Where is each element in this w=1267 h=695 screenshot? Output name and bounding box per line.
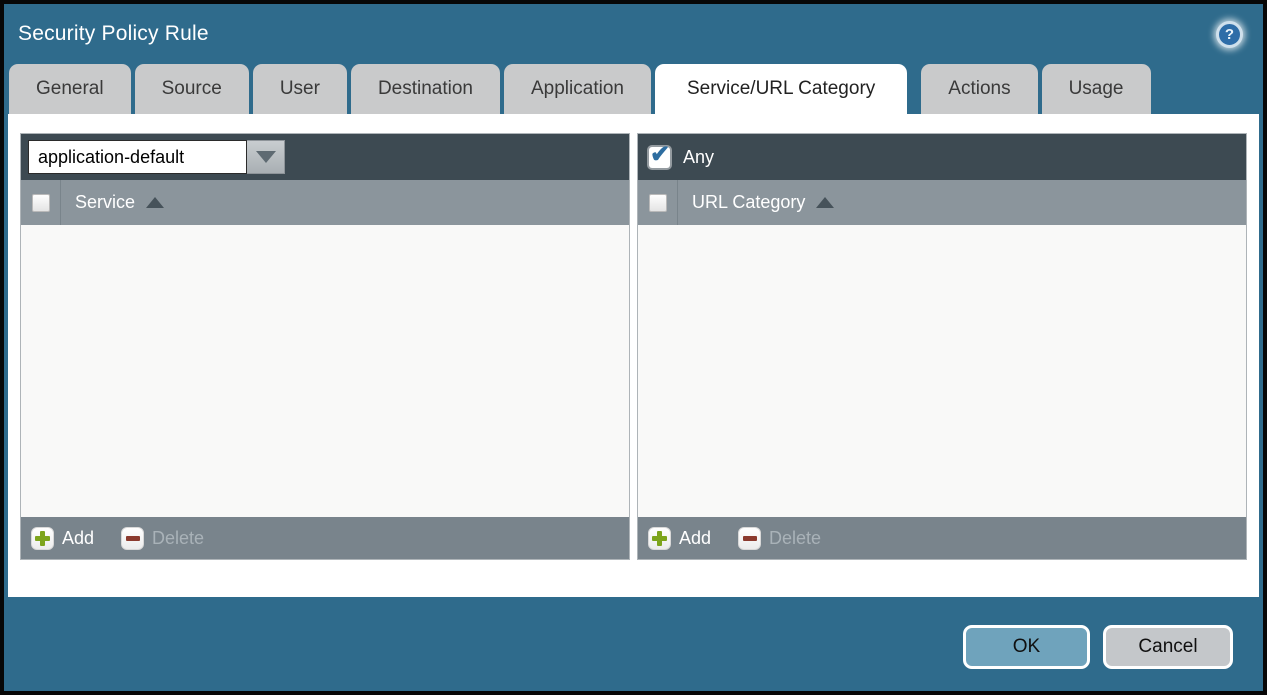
service-panel: application-default Service Add [20, 133, 630, 560]
any-label: Any [683, 147, 714, 168]
cancel-button[interactable]: Cancel [1103, 625, 1233, 669]
titlebar: Security Policy Rule ? [4, 4, 1263, 64]
url-category-delete-button[interactable]: Delete [738, 527, 821, 550]
sort-ascending-icon [816, 197, 834, 208]
url-category-column-label: URL Category [692, 192, 805, 213]
service-panel-footer: Add Delete [21, 517, 629, 559]
any-checkbox-row[interactable]: ✔ Any [645, 147, 714, 168]
service-topbar: application-default [21, 134, 629, 180]
security-policy-rule-dialog: Security Policy Rule ? General Source Us… [0, 0, 1267, 695]
tab-bar: General Source User Destination Applicat… [4, 64, 1263, 114]
url-category-column-header[interactable]: URL Category [692, 192, 834, 213]
url-category-panel: ✔ Any URL Category Add [637, 133, 1247, 560]
service-table-header: Service [21, 180, 629, 225]
service-column-header[interactable]: Service [75, 192, 164, 213]
sort-ascending-icon [146, 197, 164, 208]
dialog-footer: OK Cancel [4, 597, 1263, 669]
service-type-dropdown[interactable]: application-default [28, 140, 285, 174]
any-checkbox[interactable]: ✔ [649, 147, 670, 168]
tab-content: application-default Service Add [8, 114, 1259, 597]
service-select-all-checkbox[interactable] [32, 194, 50, 212]
url-category-select-all-checkbox[interactable] [649, 194, 667, 212]
help-icon[interactable]: ? [1216, 21, 1243, 48]
url-category-panel-footer: Add Delete [638, 517, 1246, 559]
dialog-title: Security Policy Rule [18, 22, 209, 46]
service-add-button[interactable]: Add [31, 527, 94, 550]
delete-icon [121, 527, 144, 550]
tab-usage[interactable]: Usage [1042, 64, 1151, 114]
url-category-table-body [638, 225, 1246, 517]
check-icon: ✔ [650, 140, 670, 169]
service-delete-button[interactable]: Delete [121, 527, 204, 550]
url-category-add-button[interactable]: Add [648, 527, 711, 550]
delete-icon [738, 527, 761, 550]
tab-application[interactable]: Application [504, 64, 651, 114]
service-type-value[interactable]: application-default [28, 140, 247, 174]
tab-destination[interactable]: Destination [351, 64, 500, 114]
url-category-topbar: ✔ Any [638, 134, 1246, 180]
url-category-select-all-cell [638, 180, 678, 225]
service-select-all-cell [21, 180, 61, 225]
add-icon [31, 527, 54, 550]
service-column-label: Service [75, 192, 135, 213]
tab-service-url-category[interactable]: Service/URL Category [655, 64, 907, 114]
service-table-body [21, 225, 629, 517]
ok-button[interactable]: OK [963, 625, 1090, 669]
add-icon [648, 527, 671, 550]
tab-general[interactable]: General [9, 64, 131, 114]
tab-source[interactable]: Source [135, 64, 249, 114]
url-category-table-header: URL Category [638, 180, 1246, 225]
tab-user[interactable]: User [253, 64, 347, 114]
tab-actions[interactable]: Actions [921, 64, 1037, 114]
chevron-down-icon[interactable] [247, 140, 285, 174]
